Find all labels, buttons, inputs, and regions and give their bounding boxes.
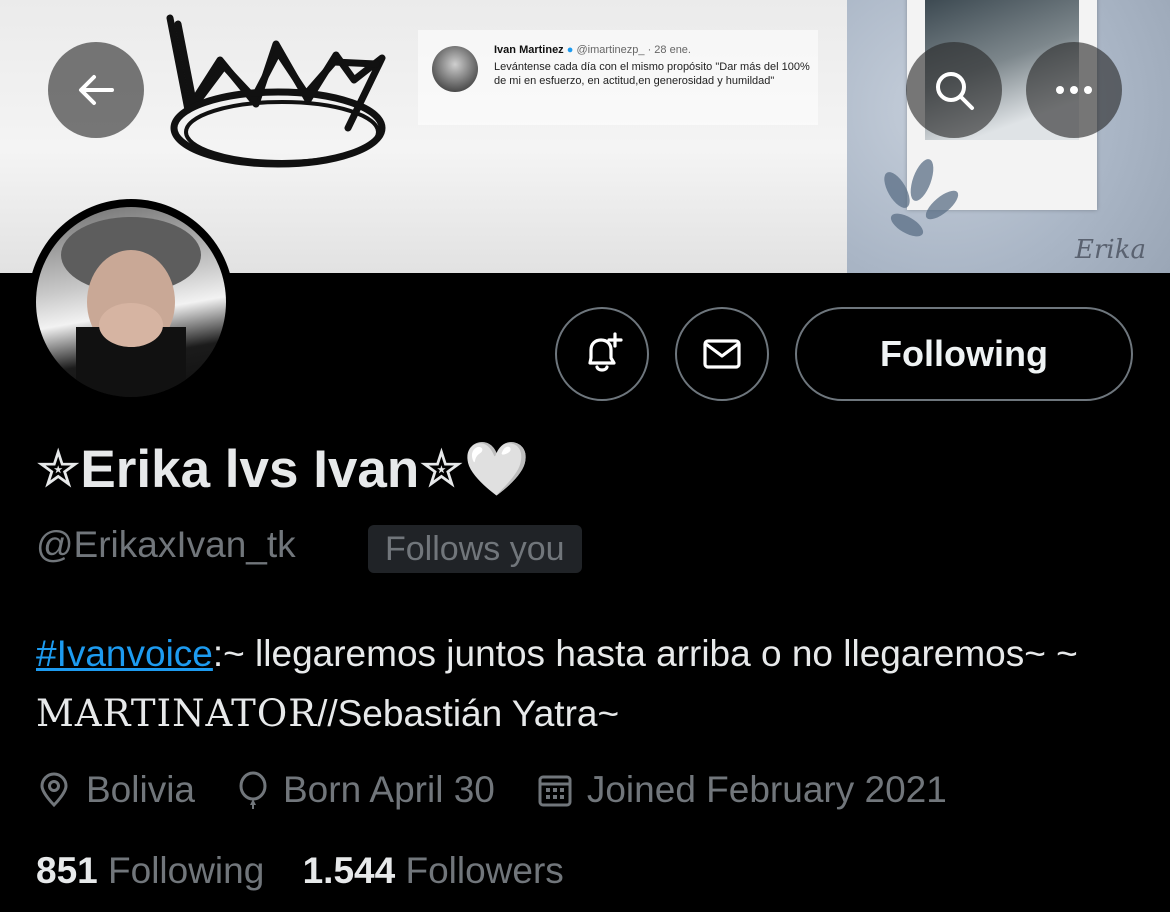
- leaf-decoration: [884, 159, 959, 237]
- avatar[interactable]: [28, 199, 234, 405]
- follows-you-badge: Follows you: [368, 525, 582, 573]
- profile-bio: #Ivanvoice:~ llegaremos juntos hasta arr…: [36, 624, 1146, 744]
- tweet-date: · 28 ene.: [647, 44, 691, 56]
- banner-collage: Erika: [847, 0, 1170, 273]
- banner-tweet-card: Ivan Martinez ● @imartinezp_ · 28 ene. L…: [418, 30, 818, 125]
- bio-text-part1: :~ llegaremos juntos hasta arriba o no l…: [212, 633, 1078, 674]
- avatar-photo: [36, 207, 226, 397]
- back-button[interactable]: [48, 42, 144, 138]
- following-stat-label: Following: [108, 850, 265, 891]
- signature-text: Erika: [1075, 235, 1146, 265]
- bio-hashtag-link[interactable]: #Ivanvoice: [36, 633, 213, 674]
- following-stat[interactable]: 851 Following: [36, 850, 264, 891]
- profile-handle: @ErikaxIvan_tk: [36, 524, 296, 565]
- tweet-header: Ivan Martinez ● @imartinezp_ · 28 ene.: [494, 44, 691, 56]
- birthday-item: Born April 30: [237, 769, 495, 811]
- notifications-button[interactable]: [555, 307, 649, 401]
- balloon-icon: [239, 771, 267, 809]
- mail-icon: [703, 339, 741, 369]
- calendar-icon: [538, 775, 572, 807]
- verified-badge-icon: ●: [566, 44, 574, 56]
- arrow-left-icon: [79, 75, 114, 105]
- bell-plus-icon: [588, 332, 623, 372]
- location-item: Bolivia: [36, 769, 195, 811]
- display-name: ✮Erika lvs Ivan✮🤍: [36, 440, 530, 499]
- followers-count: 1.544: [302, 850, 396, 891]
- follow-stats: 851 Following 1.544 Followers: [36, 850, 592, 892]
- profile-meta: Bolivia Born April 30 Joined February 20…: [36, 764, 989, 816]
- joined-text: Joined February 2021: [586, 769, 947, 810]
- bio-text-part2: //Sebastián Yatra~: [317, 693, 620, 734]
- followers-stat[interactable]: 1.544 Followers: [303, 850, 564, 891]
- more-options-button[interactable]: [1026, 42, 1122, 138]
- location-text: Bolivia: [86, 769, 195, 810]
- joined-item: Joined February 2021: [537, 769, 947, 811]
- following-button[interactable]: Following: [795, 307, 1133, 401]
- more-horizontal-icon: [1056, 86, 1092, 94]
- birthday-text: Born April 30: [283, 769, 495, 810]
- bio-fancy-text: MARTINATOR: [36, 692, 318, 735]
- tweet-author: Ivan Martinez: [494, 44, 564, 56]
- search-button[interactable]: [906, 42, 1002, 138]
- search-icon: [936, 72, 974, 110]
- tweet-avatar: [432, 46, 478, 92]
- tweet-text: Levántense cada día con el mismo propósi…: [494, 61, 810, 87]
- crown-drawing: [166, 14, 386, 168]
- location-pin-icon: [40, 772, 68, 808]
- tweet-handle: @imartinezp_: [576, 44, 645, 56]
- message-button[interactable]: [675, 307, 769, 401]
- followers-stat-label: Followers: [405, 850, 564, 891]
- following-count: 851: [36, 850, 98, 891]
